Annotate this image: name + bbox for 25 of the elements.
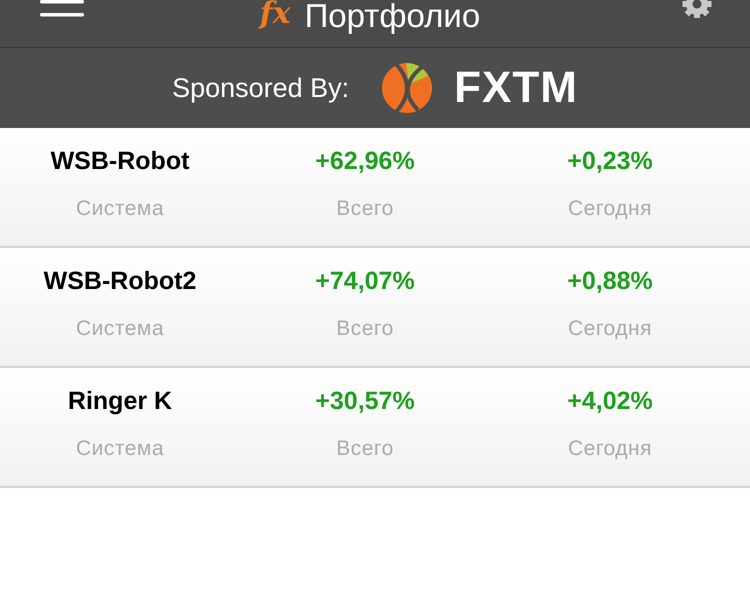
percent-change: +0,88% [567,267,653,295]
column-caption: Всего [336,437,394,461]
percent-change: +74,07% [315,267,415,295]
column-caption: Сегодня [568,317,652,341]
brand-name: FXTM [454,66,578,110]
column-caption: Всего [336,317,394,341]
column-caption: Система [76,317,164,341]
column-caption: Система [76,437,164,461]
system-name: WSB-Robot2 [44,267,196,295]
system-name: WSB-Robot [50,147,190,175]
column-caption: Всего [336,197,394,221]
percent-change: +30,57% [315,387,415,415]
app-logo: fx [260,0,291,28]
settings-button[interactable] [682,0,712,18]
percent-change: +4,02% [567,387,653,415]
percent-change: +0,23% [567,147,653,175]
system-name: Ringer K [68,387,172,415]
menu-icon [40,0,84,18]
sponsor-label: Sponsored By: [172,72,350,104]
percent-change: +62,96% [315,147,415,175]
brand-logo-icon [382,63,432,113]
menu-button[interactable] [40,0,84,18]
column-caption: Сегодня [568,437,652,461]
column-caption: Система [76,197,164,221]
column-caption: Сегодня [568,197,652,221]
